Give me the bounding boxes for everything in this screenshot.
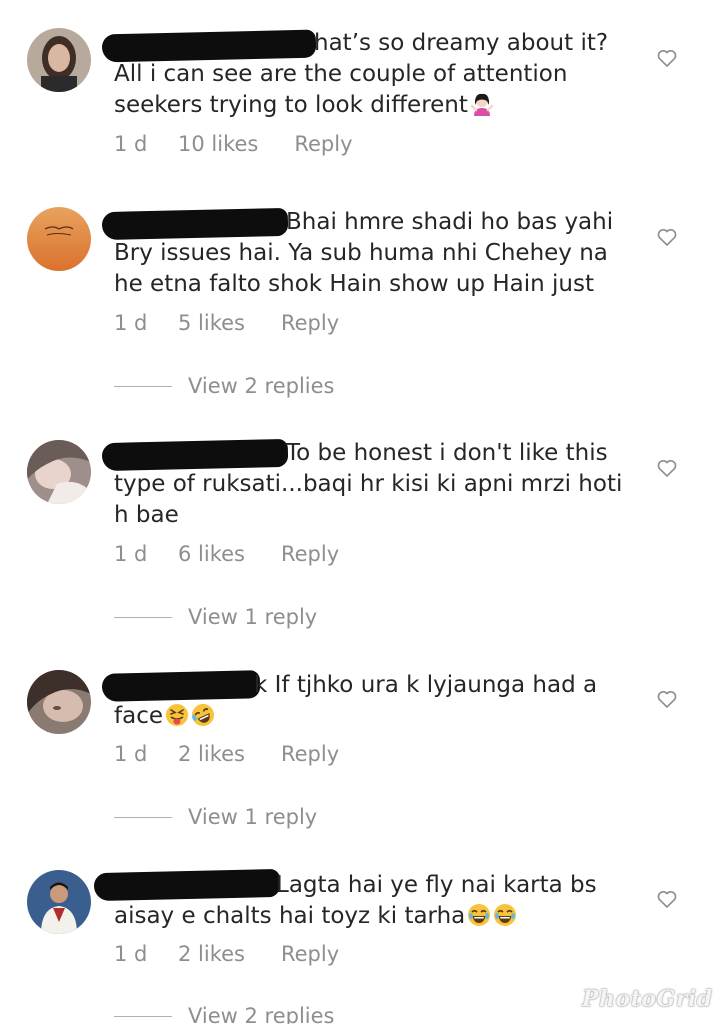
reply-button[interactable]: Reply [281,742,339,766]
likes-count[interactable]: 10 likes [178,132,258,156]
comment-meta: 1 d 6 likes Reply [114,542,339,566]
view-replies-button[interactable]: View 1 reply [114,605,317,629]
reply-button[interactable]: Reply [281,942,339,966]
avatar[interactable] [27,28,91,92]
divider-line [114,385,172,387]
comment-meta: 1 d 10 likes Reply [114,132,353,156]
heart-icon[interactable] [655,225,679,249]
view-replies-label: View 2 replies [188,1004,335,1024]
avatar[interactable] [27,870,91,934]
likes-count[interactable]: 6 likes [178,542,245,566]
comment-meta: 1 d 5 likes Reply [114,311,339,335]
heart-icon[interactable] [655,687,679,711]
woman-shrugging-icon [470,92,494,116]
comment-text: To be honest i don't like this type of r… [114,440,623,528]
comment-time: 1 d [114,742,148,766]
avatar[interactable] [27,207,91,271]
joy-face-icon [467,903,491,927]
joy-face-icon [493,903,517,927]
squinting-tongue-face-icon [165,703,189,727]
view-replies-label: View 1 reply [188,805,318,829]
view-replies-button[interactable]: View 1 reply [114,805,317,829]
reply-button[interactable]: Reply [281,542,339,566]
divider-line [114,616,172,618]
likes-count[interactable]: 2 likes [178,942,245,966]
avatar[interactable] [27,670,91,734]
rolling-laughing-face-icon [191,703,215,727]
comment-time: 1 d [114,311,148,335]
comment-text: k If tjhko ura k lyjaunga had a face [114,672,598,729]
heart-icon[interactable] [655,887,679,911]
comment-time: 1 d [114,942,148,966]
comment-meta: 1 d 2 likes Reply [114,742,339,766]
avatar[interactable] [27,440,91,504]
reply-button[interactable]: Reply [281,311,339,335]
comment-text: Bhai hmre shadi ho bas yahi Bry issues h… [114,209,614,297]
view-replies-button[interactable]: View 2 replies [114,1004,335,1024]
view-replies-button[interactable]: View 2 replies [114,374,335,398]
comment-text: Lagta hai ye fly nai karta bs aisay e ch… [114,872,597,929]
comment-text: hat’s so dreamy about it? All i can see … [114,30,609,118]
view-replies-label: View 1 reply [188,605,318,629]
likes-count[interactable]: 2 likes [178,742,245,766]
comment-meta: 1 d 2 likes Reply [114,942,339,966]
divider-line [114,1015,172,1017]
heart-icon[interactable] [655,46,679,70]
reply-button[interactable]: Reply [294,132,352,156]
comment-time: 1 d [114,542,148,566]
divider-line [114,816,172,818]
photogrid-watermark: PhotoGrid [582,986,713,1012]
comment-time: 1 d [114,132,148,156]
heart-icon[interactable] [655,456,679,480]
likes-count[interactable]: 5 likes [178,311,245,335]
view-replies-label: View 2 replies [188,374,335,398]
